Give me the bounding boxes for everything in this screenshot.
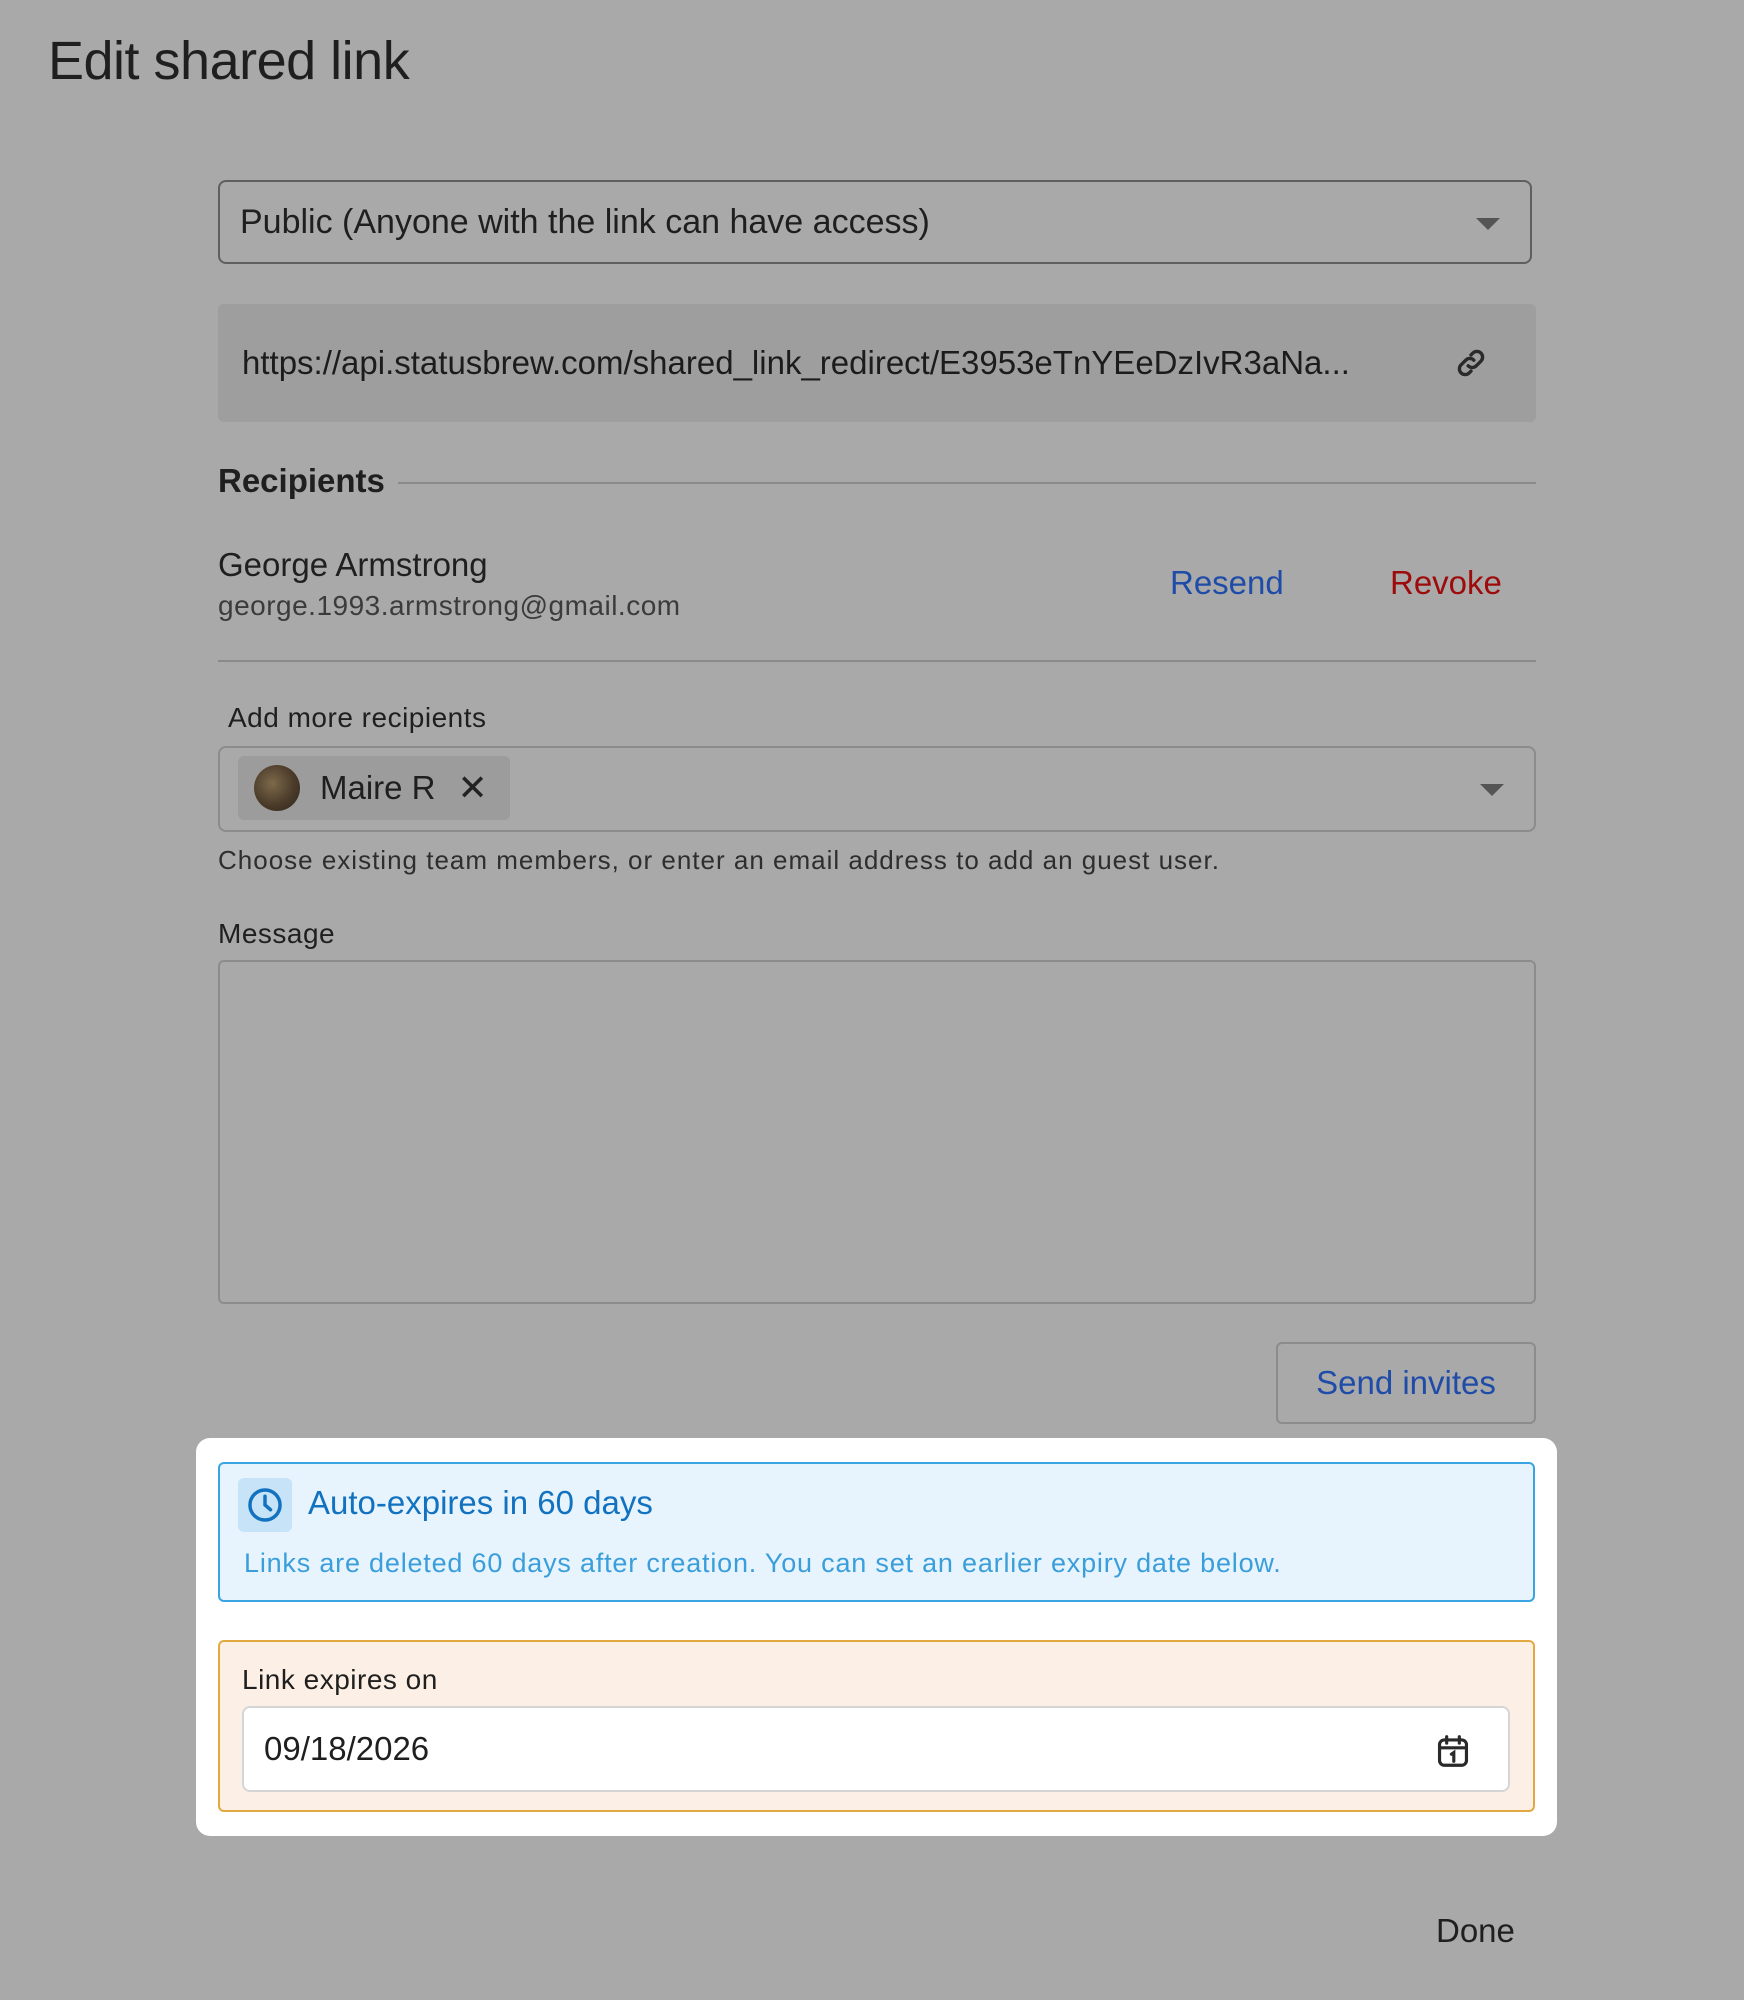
add-recipients-label: Add more recipients xyxy=(228,702,487,733)
expiry-date-input[interactable]: 09/18/2026 xyxy=(242,1706,1510,1792)
auto-expire-text: Links are deleted 60 days after creation… xyxy=(244,1548,1282,1578)
recipient-divider xyxy=(218,660,1536,662)
avatar xyxy=(254,765,300,811)
expiry-panel: Auto-expires in 60 days Links are delete… xyxy=(196,1438,1557,1836)
done-button[interactable]: Done xyxy=(1436,1912,1515,1950)
recipient-chip: Maire R ✕ xyxy=(238,756,510,820)
chevron-down-icon[interactable] xyxy=(1480,784,1504,796)
add-recipients-hint: Choose existing team members, or enter a… xyxy=(218,845,1220,875)
shared-link-url: https://api.statusbrew.com/shared_link_r… xyxy=(242,344,1350,381)
recipient-chip-label: Maire R xyxy=(320,769,436,806)
resend-button[interactable]: Resend xyxy=(1170,564,1284,602)
recipient-name: George Armstrong xyxy=(218,546,488,583)
access-select[interactable]: Public (Anyone with the link can have ac… xyxy=(218,180,1532,264)
dialog-title: Edit shared link xyxy=(48,31,410,91)
access-label-cropped xyxy=(256,118,416,142)
link-icon[interactable] xyxy=(1454,346,1488,380)
send-invites-button[interactable]: Send invites xyxy=(1276,1342,1536,1424)
recipient-email: george.1993.armstrong@gmail.com xyxy=(218,590,681,621)
link-expiry-section: Link expires on 09/18/2026 xyxy=(218,1640,1535,1812)
revoke-button[interactable]: Revoke xyxy=(1390,564,1502,602)
shared-link-field[interactable]: https://api.statusbrew.com/shared_link_r… xyxy=(218,304,1536,422)
message-label: Message xyxy=(218,918,336,949)
recipients-heading: Recipients xyxy=(218,462,385,499)
chevron-down-icon xyxy=(1476,218,1500,230)
clock-icon xyxy=(238,1478,292,1532)
auto-expire-title: Auto-expires in 60 days xyxy=(308,1484,653,1521)
expiry-date-value: 09/18/2026 xyxy=(264,1730,430,1767)
recipients-divider xyxy=(398,482,1536,484)
add-recipients-select[interactable]: Maire R ✕ xyxy=(218,746,1536,832)
link-expires-label: Link expires on xyxy=(242,1664,438,1695)
auto-expire-info: Auto-expires in 60 days Links are delete… xyxy=(218,1462,1535,1602)
calendar-icon[interactable] xyxy=(1434,1732,1472,1770)
close-icon[interactable]: ✕ xyxy=(458,770,488,806)
access-select-value: Public (Anyone with the link can have ac… xyxy=(240,202,930,241)
message-textarea[interactable] xyxy=(218,960,1536,1304)
